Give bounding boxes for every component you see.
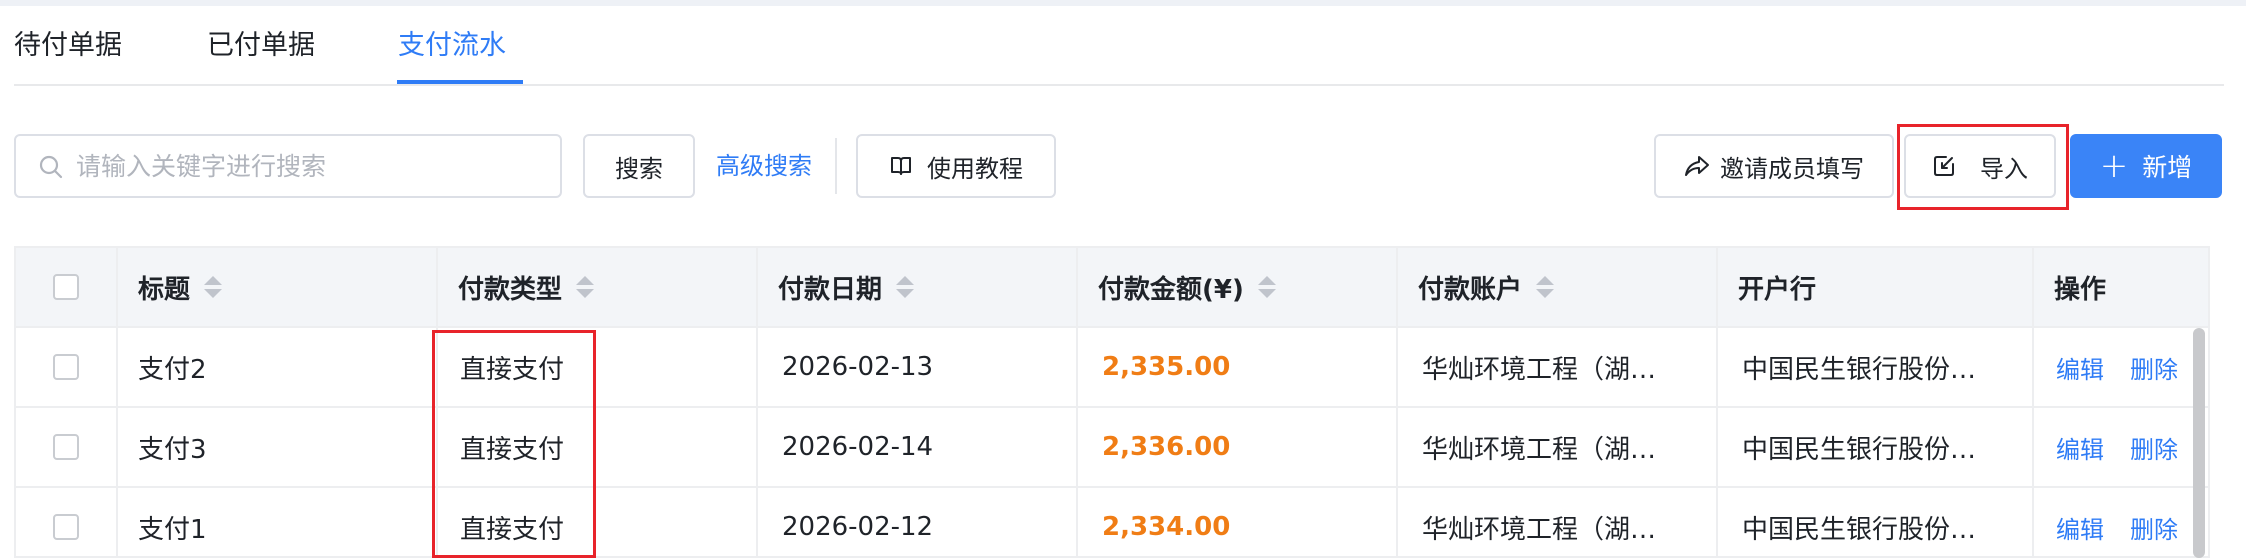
- invite-button-label: 邀请成员填写: [1720, 154, 1864, 183]
- cell-account: 华灿环境工程（湖…: [1396, 488, 1716, 556]
- cell-pay-type: 直接支付: [436, 328, 756, 406]
- row-checkbox[interactable]: [53, 434, 79, 460]
- cell-title: 支付2: [116, 328, 436, 406]
- cell-bank: 中国民生银行股份…: [1716, 488, 2032, 556]
- tab-payment-flow[interactable]: 支付流水: [398, 28, 506, 64]
- import-icon: [1932, 154, 1956, 178]
- row-select-cell: [16, 408, 116, 486]
- header-title[interactable]: 标题: [116, 248, 436, 326]
- cell-account: 华灿环境工程（湖…: [1396, 328, 1716, 406]
- sort-icon[interactable]: [896, 276, 915, 298]
- sort-icon[interactable]: [1536, 276, 1555, 298]
- header-pay-date[interactable]: 付款日期: [756, 248, 1076, 326]
- cell-pay-type: 直接支付: [436, 488, 756, 556]
- row-select-cell: [16, 328, 116, 406]
- table-row: 支付1 直接支付 2026-02-12 2,334.00 华灿环境工程（湖… 中…: [16, 488, 2208, 556]
- share-icon: [1684, 155, 1710, 177]
- sort-icon[interactable]: [1257, 276, 1276, 298]
- delete-link[interactable]: 删除: [2130, 430, 2178, 465]
- cell-pay-date: 2026-02-14: [756, 408, 1076, 486]
- sort-icon[interactable]: [576, 276, 595, 298]
- tab-pending-bills[interactable]: 待付单据: [14, 28, 122, 64]
- book-icon: [889, 155, 913, 177]
- header-select-cell: [16, 248, 116, 326]
- cell-amount: 2,336.00: [1076, 408, 1396, 486]
- search-icon: [39, 155, 63, 179]
- table-header-row: 标题 付款类型 付款日期 付款金额(¥) 付款账户 开户行 操作: [16, 248, 2208, 328]
- header-account[interactable]: 付款账户: [1396, 248, 1716, 326]
- row-checkbox[interactable]: [53, 354, 79, 380]
- sort-icon[interactable]: [204, 276, 223, 298]
- table-scrollbar[interactable]: [2193, 328, 2205, 558]
- cell-bank: 中国民生银行股份…: [1716, 408, 2032, 486]
- search-box: [14, 134, 562, 198]
- cell-bank: 中国民生银行股份…: [1716, 328, 2032, 406]
- search-button[interactable]: 搜索: [583, 134, 695, 198]
- header-actions: 操作: [2032, 248, 2208, 326]
- cell-account: 华灿环境工程（湖…: [1396, 408, 1716, 486]
- edit-link[interactable]: 编辑: [2056, 510, 2104, 545]
- edit-link[interactable]: 编辑: [2056, 350, 2104, 385]
- cell-amount: 2,335.00: [1076, 328, 1396, 406]
- import-button-label: 导入: [1980, 154, 2028, 183]
- cell-amount: 2,334.00: [1076, 488, 1396, 556]
- header-bank: 开户行: [1716, 248, 2032, 326]
- active-tab-indicator: [397, 80, 523, 84]
- row-checkbox[interactable]: [53, 514, 79, 540]
- plus-icon: +: [2099, 146, 2129, 186]
- advanced-search-link[interactable]: 高级搜索: [716, 134, 812, 198]
- tab-paid-bills[interactable]: 已付单据: [207, 28, 315, 64]
- table-row: 支付3 直接支付 2026-02-14 2,336.00 华灿环境工程（湖… 中…: [16, 408, 2208, 488]
- search-button-label: 搜索: [615, 154, 663, 183]
- cell-pay-date: 2026-02-13: [756, 328, 1076, 406]
- cell-pay-date: 2026-02-12: [756, 488, 1076, 556]
- edit-link[interactable]: 编辑: [2056, 430, 2104, 465]
- cell-pay-type: 直接支付: [436, 408, 756, 486]
- add-new-button-label: 新增: [2142, 153, 2193, 182]
- search-input[interactable]: [76, 146, 546, 186]
- tutorial-button[interactable]: 使用教程: [856, 134, 1056, 198]
- tutorial-button-label: 使用教程: [927, 154, 1023, 183]
- import-button[interactable]: 导入: [1904, 134, 2056, 198]
- cell-actions: 编辑 删除: [2032, 408, 2208, 486]
- header-pay-type[interactable]: 付款类型: [436, 248, 756, 326]
- table-row: 支付2 直接支付 2026-02-13 2,335.00 华灿环境工程（湖… 中…: [16, 328, 2208, 408]
- select-all-checkbox[interactable]: [53, 274, 79, 300]
- row-select-cell: [16, 488, 116, 556]
- invite-member-button[interactable]: 邀请成员填写: [1654, 134, 1894, 198]
- cell-title: 支付1: [116, 488, 436, 556]
- cell-title: 支付3: [116, 408, 436, 486]
- header-amount[interactable]: 付款金额(¥): [1076, 248, 1396, 326]
- delete-link[interactable]: 删除: [2130, 510, 2178, 545]
- delete-link[interactable]: 删除: [2130, 350, 2178, 385]
- add-new-button[interactable]: + 新增: [2070, 134, 2222, 198]
- cell-actions: 编辑 删除: [2032, 328, 2208, 406]
- toolbar-divider: [835, 138, 837, 194]
- payment-flow-table: 标题 付款类型 付款日期 付款金额(¥) 付款账户 开户行 操作 支付2 直接支…: [14, 246, 2210, 558]
- tab-bar: 待付单据 已付单据 支付流水: [14, 6, 2224, 86]
- cell-actions: 编辑 删除: [2032, 488, 2208, 556]
